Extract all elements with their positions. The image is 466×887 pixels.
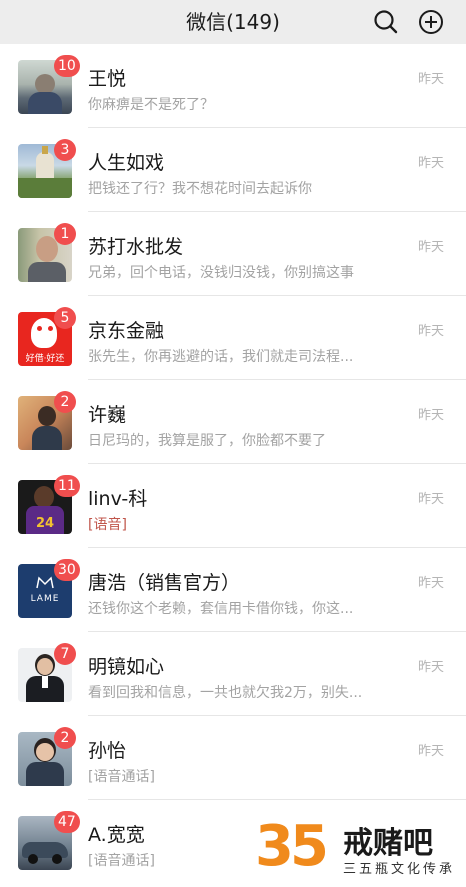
message-preview: [语音] <box>88 517 127 533</box>
contact-name: 人生如戏 <box>88 152 165 174</box>
chat-row-tanghao[interactable]: LAME 30 唐浩（销售官方） 还钱你这个老赖，套信用卡借你钱，你这... 昨… <box>0 548 466 632</box>
chat-row-jdjinrong[interactable]: 好借·好还 5 京东金融 张先生，你再逃避的话，我们就走司法程... 昨天 <box>0 296 466 380</box>
chat-row-rensheng[interactable]: 3 人生如戏 把钱还了行？我不想花时间去起诉你 昨天 <box>0 128 466 212</box>
message-preview: 日尼玛的，我算是服了，你脸都不要了 <box>88 433 326 449</box>
search-icon[interactable] <box>370 6 402 38</box>
chat-row-mingjing[interactable]: 7 明镜如心 看到回我和信息，一共也就欠我2万，别失... 昨天 <box>0 632 466 716</box>
unread-badge: 3 <box>54 139 76 161</box>
chat-row-wangyue[interactable]: 10 王悦 你麻痹是不是死了？ 昨天 <box>0 44 466 128</box>
timestamp: 昨天 <box>417 660 444 675</box>
contact-name: 许巍 <box>88 404 127 426</box>
unread-badge: 2 <box>54 727 76 749</box>
unread-badge: 2 <box>54 391 76 413</box>
message-preview: 兄弟，回个电话，没钱归没钱，你别搞这事 <box>88 265 354 281</box>
message-preview: 你麻痹是不是死了？ <box>88 97 214 113</box>
unread-badge: 5 <box>54 307 76 329</box>
message-preview: 把钱还了行？我不想花时间去起诉你 <box>88 181 312 197</box>
message-preview: [语音通话] <box>88 769 155 785</box>
watermark-number: 35 <box>255 814 329 879</box>
unread-badge: 10 <box>54 55 80 77</box>
contact-name: 孙怡 <box>88 740 127 762</box>
crown-icon <box>36 576 54 589</box>
add-icon[interactable] <box>415 6 447 38</box>
unread-badge: 11 <box>54 475 80 497</box>
unread-badge: 47 <box>54 811 80 833</box>
chat-row-xuwei[interactable]: 2 许巍 日尼玛的，我算是服了，你脸都不要了 昨天 <box>0 380 466 464</box>
jd-avatar-text: 好借·好还 <box>25 354 65 364</box>
timestamp: 昨天 <box>417 156 444 171</box>
contact-name: A.宽宽 <box>88 824 145 846</box>
timestamp: 昨天 <box>417 72 444 87</box>
unread-badge: 7 <box>54 643 76 665</box>
watermark: 35 戒赌吧 三五瓶文化传承 <box>255 812 466 887</box>
timestamp: 昨天 <box>417 576 444 591</box>
message-preview: 张先生，你再逃避的话，我们就走司法程... <box>88 349 354 365</box>
message-preview: 还钱你这个老赖，套信用卡借你钱，你这... <box>88 601 354 617</box>
timestamp: 昨天 <box>417 744 444 759</box>
contact-name: linv-科 <box>88 488 148 510</box>
brand-text: LAME <box>30 594 60 604</box>
timestamp: 昨天 <box>417 408 444 423</box>
header: 微信(149) <box>0 0 466 44</box>
watermark-title: 戒赌吧 <box>343 826 433 861</box>
timestamp: 昨天 <box>417 492 444 507</box>
timestamp: 昨天 <box>417 240 444 255</box>
contact-name: 苏打水批发 <box>88 236 184 258</box>
contact-name: 明镜如心 <box>88 656 165 678</box>
chat-list: 10 王悦 你麻痹是不是死了？ 昨天 3 人生如戏 把钱还了行？我不想花时间去起… <box>0 44 466 884</box>
contact-name: 京东金融 <box>88 320 165 342</box>
timestamp: 昨天 <box>417 324 444 339</box>
message-preview: [语音通话] <box>88 853 155 869</box>
unread-badge: 1 <box>54 223 76 245</box>
chat-row-sudashui[interactable]: 1 苏打水批发 兄弟，回个电话，没钱归没钱，你别搞这事 昨天 <box>0 212 466 296</box>
contact-name: 唐浩（销售官方） <box>88 572 241 594</box>
message-preview: 看到回我和信息，一共也就欠我2万，别失... <box>88 685 363 701</box>
watermark-subtitle: 三五瓶文化传承 <box>343 862 456 877</box>
contact-name: 王悦 <box>88 68 127 90</box>
jersey-number: 24 <box>35 516 55 531</box>
chat-row-sunyi[interactable]: 2 孙怡 [语音通话] 昨天 <box>0 716 466 800</box>
unread-badge: 30 <box>54 559 80 581</box>
chat-row-linv[interactable]: 24 11 linv-科 [语音] 昨天 <box>0 464 466 548</box>
